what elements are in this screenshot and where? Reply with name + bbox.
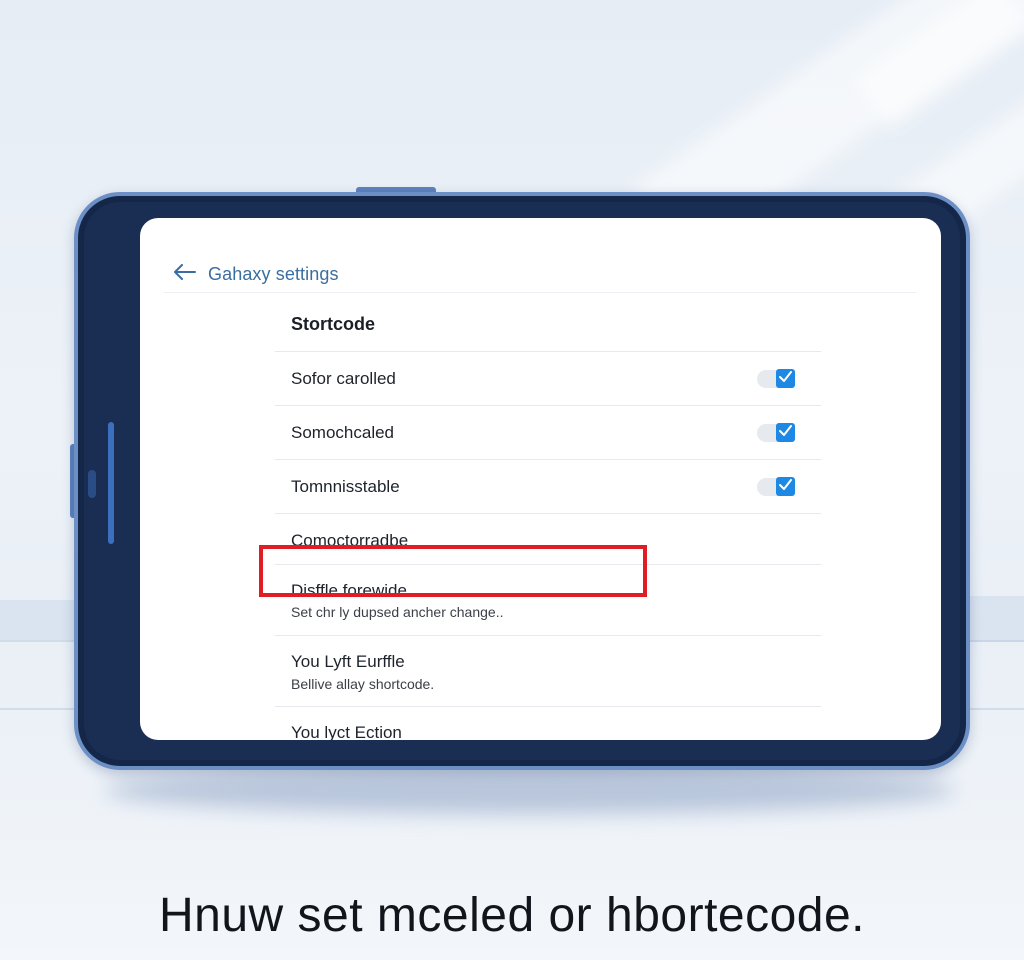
device-side-indicator xyxy=(108,422,114,544)
list-item-label: Somochcaled xyxy=(291,422,395,442)
list-item-label: You lyct Ection xyxy=(291,723,402,740)
device-shadow xyxy=(105,766,955,814)
app-bar: Gahaxy settings xyxy=(164,256,916,292)
device-screen: Gahaxy settings Stortcode Sofor carolled… xyxy=(140,218,941,740)
settings-list: Stortcode Sofor carolled Somochcaled Tom… xyxy=(275,298,821,740)
back-button[interactable] xyxy=(164,256,208,292)
list-item-label: Sofor carolled xyxy=(291,368,396,388)
checkbox-checked[interactable] xyxy=(776,368,795,388)
checkbox-checked[interactable] xyxy=(776,476,795,496)
checkbox-checked[interactable] xyxy=(776,422,795,442)
background-floor-panel xyxy=(0,600,74,640)
checkmark-icon xyxy=(779,369,792,387)
caption-text: Hnuw set mceled or hbortecode. xyxy=(158,889,866,942)
list-item-subtitle: Bellive allay shortcode. xyxy=(291,676,435,692)
arrow-left-icon xyxy=(174,263,196,285)
highlight-box xyxy=(259,545,647,597)
toggle-switch[interactable] xyxy=(757,368,795,389)
list-item[interactable]: You Lyft Eurffle Bellive allay shortcode… xyxy=(275,636,821,707)
list-item-toggle[interactable]: Tomnnisstable xyxy=(275,460,821,514)
list-item-label: You Lyft Eurffle xyxy=(291,652,405,671)
list-item-toggle[interactable]: Somochcaled xyxy=(275,406,821,460)
page-title: Gahaxy settings xyxy=(208,263,339,284)
list-item-toggle[interactable]: Sofor carolled xyxy=(275,352,821,406)
checkmark-icon xyxy=(779,423,792,441)
list-item-label: Tomnnisstable xyxy=(291,476,400,496)
toggle-switch[interactable] xyxy=(757,476,795,497)
toggle-switch[interactable] xyxy=(757,422,795,443)
list-item-subtitle: Set chr ly dupsed ancher change.. xyxy=(291,604,504,620)
list-item[interactable]: You lyct Ection xyxy=(275,707,821,740)
checkmark-icon xyxy=(779,477,792,495)
device-side-notch xyxy=(88,470,96,498)
app-bar-divider xyxy=(164,292,916,293)
section-header: Stortcode xyxy=(275,298,821,352)
